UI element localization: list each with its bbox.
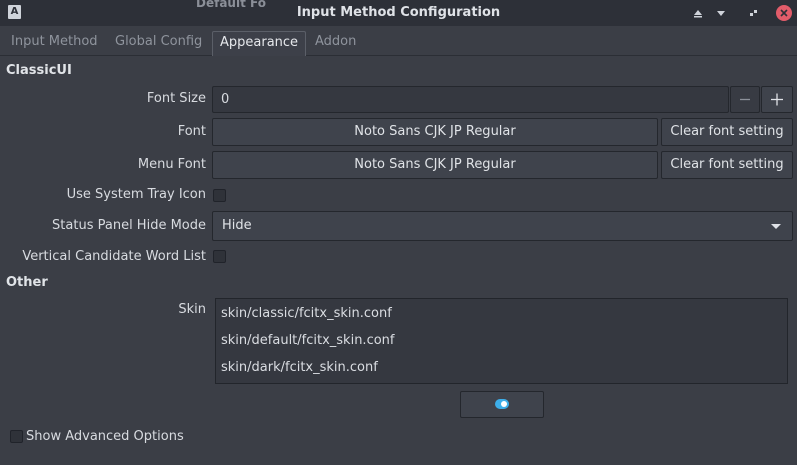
list-item[interactable]: skin/dark/fcitx_skin.conf <box>221 360 378 375</box>
tab-input-method[interactable]: Input Method <box>11 33 98 55</box>
window-title: Input Method Configuration <box>296 5 501 20</box>
clear-font-button[interactable]: Clear font setting <box>661 118 793 146</box>
status-panel-label: Status Panel Hide Mode <box>52 218 206 233</box>
tab-global-config[interactable]: Global Config <box>115 33 202 55</box>
show-advanced-label[interactable]: Show Advanced Options <box>26 429 184 444</box>
restore-icon <box>750 10 757 16</box>
title-bar[interactable]: A Default Fo Input Method Configuration <box>0 0 797 26</box>
tab-addon[interactable]: Addon <box>315 33 356 55</box>
minus-icon <box>740 98 750 101</box>
font-size-input[interactable]: 0 <box>212 86 729 113</box>
chevron-down-icon <box>771 224 781 229</box>
font-select-button[interactable]: Noto Sans CJK JP Regular <box>212 118 658 146</box>
font-size-label: Font Size <box>146 91 206 106</box>
status-panel-select[interactable]: Hide <box>212 211 793 241</box>
close-icon <box>780 9 788 17</box>
close-button[interactable] <box>776 5 792 21</box>
section-title-classicui: ClassicUI <box>6 63 72 78</box>
show-advanced-checkbox[interactable] <box>10 430 23 443</box>
vertical-list-checkbox[interactable] <box>213 250 226 263</box>
skin-label: Skin <box>178 302 206 317</box>
font-label: Font <box>177 124 206 139</box>
list-item[interactable]: skin/default/fcitx_skin.conf <box>221 333 394 348</box>
triangle-up-icon <box>694 10 702 18</box>
minimize-button[interactable] <box>713 5 729 21</box>
menu-font-label: Menu Font <box>137 157 206 172</box>
menu-font-select-button[interactable]: Noto Sans CJK JP Regular <box>212 151 658 179</box>
list-item[interactable]: skin/classic/fcitx_skin.conf <box>221 306 392 321</box>
toggle-switch-icon <box>495 399 509 409</box>
status-panel-value: Hide <box>222 218 252 233</box>
skin-list[interactable]: skin/classic/fcitx_skin.conf skin/defaul… <box>215 298 788 384</box>
font-size-increment-button[interactable] <box>761 86 793 113</box>
clear-menu-font-button[interactable]: Clear font setting <box>661 151 793 179</box>
keep-above-button[interactable] <box>690 5 706 21</box>
font-size-decrement-button[interactable] <box>730 86 760 113</box>
minimize-icon <box>717 11 725 16</box>
tab-appearance[interactable]: Appearance <box>212 31 307 56</box>
system-tray-label: Use System Tray Icon <box>66 187 206 202</box>
vertical-list-label: Vertical Candidate Word List <box>22 249 206 264</box>
restore-button[interactable] <box>745 5 761 21</box>
section-title-other: Other <box>6 275 48 290</box>
tab-bar: Input Method Global Config Appearance Ad… <box>0 26 797 56</box>
font-size-value: 0 <box>221 92 230 107</box>
plus-icon <box>771 93 783 106</box>
system-tray-checkbox[interactable] <box>213 189 226 202</box>
skin-toggle-button[interactable] <box>460 391 544 418</box>
